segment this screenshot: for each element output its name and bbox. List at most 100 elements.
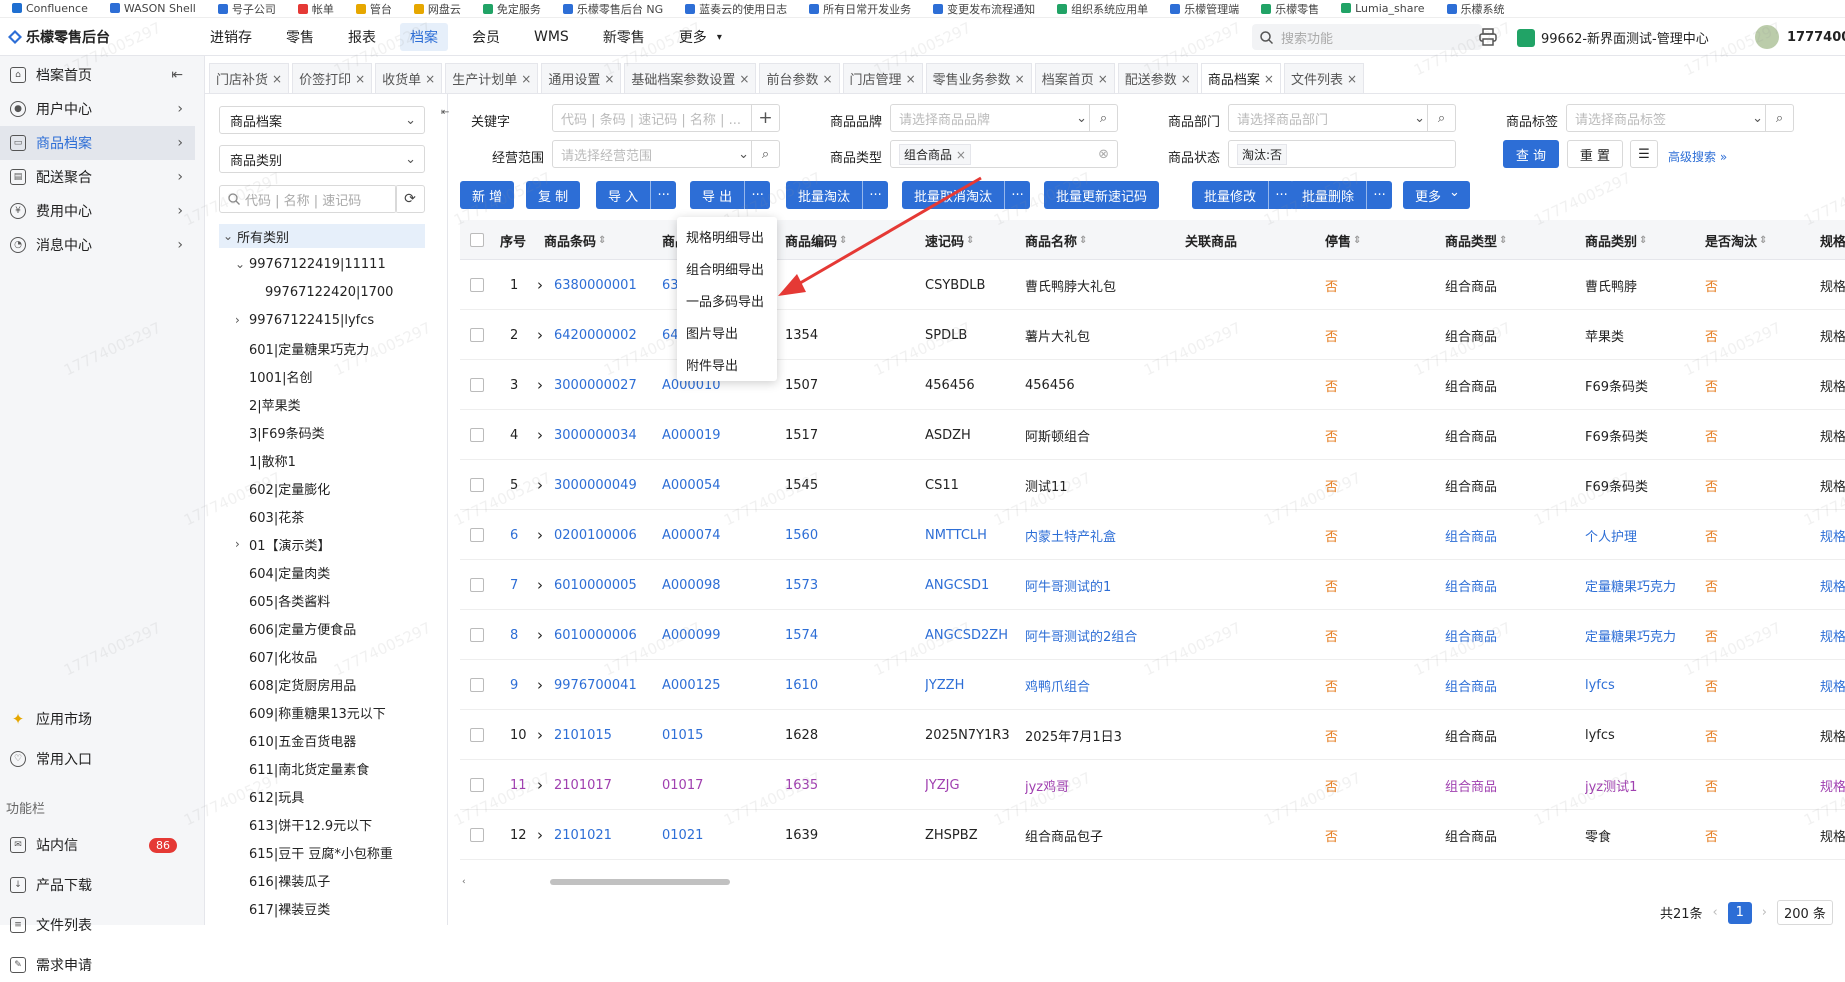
row-checkbox-cell[interactable] bbox=[470, 760, 484, 810]
cell-barcode[interactable]: 6420000002 bbox=[554, 310, 637, 360]
search-icon[interactable]: ⌕ bbox=[751, 141, 779, 167]
app-logo[interactable]: 乐檬零售后台 bbox=[8, 27, 110, 47]
column-settings-button[interactable]: ☰ bbox=[1630, 140, 1658, 168]
chevron-right-icon[interactable]: › bbox=[235, 537, 249, 551]
more-icon[interactable]: ··· bbox=[1004, 181, 1030, 209]
row-checkbox-cell[interactable] bbox=[470, 510, 484, 560]
row-checkbox[interactable] bbox=[470, 828, 484, 842]
cell-barcode[interactable]: 3000000049 bbox=[554, 460, 637, 510]
tag-select[interactable]: 请选择商品标签 ⌄ ⌕ bbox=[1566, 104, 1794, 132]
bookmark-item[interactable]: 所有日常开发业务 bbox=[809, 1, 911, 17]
tab-5[interactable]: 通用设置 × bbox=[541, 63, 622, 93]
tree-node[interactable]: 613|饼干12.9元以下 bbox=[235, 812, 372, 836]
table-row[interactable]: › 12 2101021 01021 1639 ZHSPBZ 组合商品包子 否 组合商品 零食 否 规… bbox=[460, 810, 1845, 860]
bookmark-item[interactable]: 变更发布流程通知 bbox=[933, 1, 1035, 17]
bookmark-item[interactable]: WASON Shell bbox=[109, 2, 196, 15]
close-icon[interactable]: × bbox=[1015, 72, 1025, 86]
tab-6[interactable]: 基础档案参数设置 × bbox=[624, 63, 757, 93]
action-button-5[interactable]: 批量淘汰 ··· bbox=[786, 181, 889, 209]
tree-node[interactable]: 607|化妆品 bbox=[235, 644, 317, 668]
row-checkbox-cell[interactable] bbox=[470, 460, 484, 510]
more-icon[interactable]: ··· bbox=[862, 181, 888, 209]
bookmark-item[interactable]: Confluence bbox=[12, 2, 88, 15]
page-size-select[interactable]: 200 条 bbox=[1776, 900, 1833, 925]
horizontal-scrollbar[interactable]: ‹ bbox=[460, 876, 1845, 888]
row-checkbox-cell[interactable] bbox=[470, 410, 484, 460]
export-menu-item-3[interactable]: 一品多码导出 bbox=[686, 291, 764, 310]
cell-code[interactable]: A000098 bbox=[662, 560, 721, 610]
table-row[interactable]: › 1 6380000001 63 CSYBDLB 曹氏鸭脖大礼包否组合商品 曹氏鸭脖否规格 bbox=[460, 260, 1845, 310]
tab-1[interactable]: 门店补货 × bbox=[209, 63, 290, 93]
tree-node[interactable]: 1001|名创 bbox=[235, 364, 312, 388]
expand-icon[interactable]: › bbox=[537, 510, 543, 560]
action-button-8[interactable]: 批量修改 ··· bbox=[1192, 181, 1295, 209]
cell-code[interactable]: 01021 bbox=[662, 810, 703, 860]
tab-2[interactable]: 价签打印 × bbox=[292, 63, 373, 93]
cell-barcode[interactable]: 6010000005 bbox=[554, 560, 637, 610]
cell-code[interactable]: 01017 bbox=[662, 760, 703, 810]
column-header[interactable]: 规格⇕ bbox=[1820, 220, 1845, 260]
more-icon[interactable]: ··· bbox=[1366, 181, 1392, 209]
page-number[interactable]: 1 bbox=[1727, 901, 1752, 924]
sidebar-bottom-item-1[interactable]: ✦ 应用市场 bbox=[0, 702, 195, 736]
row-checkbox[interactable] bbox=[470, 478, 484, 492]
sidebar-item-6[interactable]: ◔ 消息中心 › bbox=[0, 228, 195, 262]
bookmark-item[interactable]: 免定服务 bbox=[482, 1, 541, 17]
store-selector[interactable]: 99662-新界面测试-管理中心 bbox=[1517, 28, 1709, 47]
cell-code[interactable]: A000054 bbox=[662, 460, 721, 510]
cell-barcode[interactable]: 2101021 bbox=[554, 810, 612, 860]
expand-icon[interactable]: › bbox=[537, 610, 543, 660]
search-icon[interactable]: ⌕ bbox=[1427, 105, 1455, 131]
column-header[interactable]: 商品类别 ⇕ bbox=[1585, 220, 1647, 260]
action-button-7[interactable]: 批量更新速记码 bbox=[1044, 181, 1160, 209]
more-icon[interactable]: ··· bbox=[744, 181, 770, 209]
column-header[interactable]: 速记码 ⇕ bbox=[925, 220, 974, 260]
nav-item-3[interactable]: 报表 bbox=[338, 23, 386, 51]
cell-code[interactable]: A000099 bbox=[662, 610, 721, 660]
chevron-down-icon[interactable]: ⌄ bbox=[223, 229, 237, 243]
keyword-input[interactable]: 代码 | 条码 | 速记码 | 名称 | ... + bbox=[552, 104, 780, 132]
cell-barcode[interactable]: 3000000027 bbox=[554, 360, 637, 410]
column-header[interactable]: 停售 ⇕ bbox=[1325, 220, 1361, 260]
close-icon[interactable]: × bbox=[956, 148, 966, 162]
action-button-10[interactable]: 更多 ⌄ bbox=[1403, 181, 1470, 209]
table-row[interactable]: › 3 3000000027 A000010 1507 456456 456456 否组合商品… bbox=[460, 360, 1845, 410]
tree-node[interactable]: 602|定量膨化 bbox=[235, 476, 330, 500]
more-icon[interactable]: ··· bbox=[650, 181, 676, 209]
scrollbar-thumb[interactable] bbox=[550, 879, 730, 885]
tab-11[interactable]: 配送参数 × bbox=[1117, 63, 1198, 93]
tab-12[interactable]: 商品档案 × bbox=[1200, 63, 1281, 93]
bookmark-item[interactable]: 管台 bbox=[355, 1, 392, 17]
sort-icon[interactable]: ⇕ bbox=[966, 235, 974, 246]
sidebar-item-1[interactable]: ⌂ 档案首页 ⇤ bbox=[0, 58, 195, 92]
close-icon[interactable]: × bbox=[739, 72, 749, 86]
tab-4[interactable]: 生产计划单 × bbox=[445, 63, 539, 93]
close-icon[interactable]: × bbox=[355, 72, 365, 86]
expand-icon[interactable]: › bbox=[537, 260, 543, 310]
func-item-3[interactable]: ≡ 文件列表 bbox=[0, 908, 195, 942]
func-item-4[interactable]: ✎ 需求申请 bbox=[0, 948, 195, 982]
row-checkbox[interactable] bbox=[470, 528, 484, 542]
scope-select[interactable]: 请选择经营范围 ⌄ ⌕ bbox=[552, 140, 780, 168]
chevron-down-icon[interactable]: ⌄ bbox=[235, 257, 249, 271]
export-menu-item-4[interactable]: 图片导出 bbox=[686, 323, 738, 342]
action-button-1[interactable]: 新 增 bbox=[460, 181, 515, 209]
close-icon[interactable]: × bbox=[425, 72, 435, 86]
export-menu-item-2[interactable]: 组合明细导出 bbox=[686, 259, 764, 278]
tree-node[interactable]: › 99767122415|lyfcs bbox=[235, 308, 374, 332]
row-checkbox-cell[interactable] bbox=[470, 610, 484, 660]
tree-node[interactable]: 603|花茶 bbox=[235, 504, 304, 528]
row-checkbox[interactable] bbox=[470, 278, 484, 292]
plus-icon[interactable]: + bbox=[751, 105, 779, 131]
func-item-2[interactable]: ↓ 产品下载 bbox=[0, 868, 195, 902]
nav-item-8[interactable]: 更多 bbox=[669, 23, 717, 51]
select-all-checkbox-cell[interactable] bbox=[470, 220, 484, 260]
nav-item-1[interactable]: 进销存 bbox=[200, 23, 262, 51]
close-icon[interactable]: × bbox=[1264, 72, 1274, 86]
bookmark-item[interactable]: 蓝奏云的使用日志 bbox=[685, 1, 787, 17]
row-checkbox-cell[interactable] bbox=[470, 660, 484, 710]
next-page-icon[interactable]: › bbox=[1762, 905, 1767, 920]
tree-node[interactable]: › 01【演示类】 bbox=[235, 532, 331, 556]
cell-barcode[interactable]: 2101015 bbox=[554, 710, 612, 760]
sort-icon[interactable]: ⇕ bbox=[1353, 235, 1361, 246]
